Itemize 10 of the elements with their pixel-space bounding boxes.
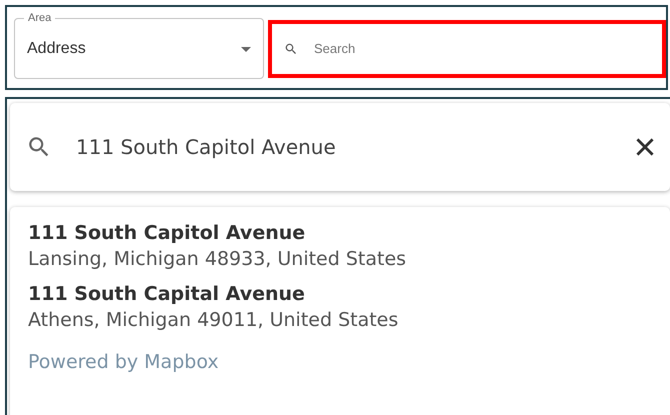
area-dropdown[interactable]: Area Address: [14, 12, 264, 78]
suggestion-item[interactable]: 111 South Capital Avenue Athens, Michigan 49011, United States: [28, 278, 652, 339]
search-field[interactable]: 111 South Capitol Avenue: [74, 134, 610, 160]
dropdown-label: Area: [27, 12, 52, 24]
dropdown-value: Address: [27, 40, 86, 58]
search-field[interactable]: Search: [312, 40, 516, 57]
caret-icon: [241, 46, 251, 52]
attribution-text: Powered by Mapbox: [28, 351, 219, 373]
search-icon: [284, 42, 298, 56]
suggestion-item[interactable]: 111 South Capitol Avenue Lansing, Michigan 48933, United States: [28, 217, 652, 278]
